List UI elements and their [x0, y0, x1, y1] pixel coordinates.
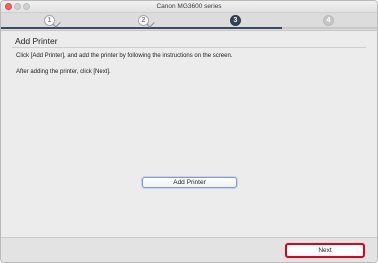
step-2-number: 2 — [141, 17, 146, 24]
step-1-number: 1 — [47, 17, 52, 24]
heading-divider — [12, 47, 366, 48]
step-progress-remaining — [282, 27, 377, 29]
add-printer-button[interactable]: Add Printer — [142, 177, 237, 188]
footer-bar: Next — [1, 237, 377, 262]
title-bar: Canon MG3600 series — [1, 1, 377, 13]
step-4-indicator: 4 — [323, 15, 334, 26]
step-3-number: 3 — [233, 17, 238, 24]
installer-window: Canon MG3600 series 1 2 3 4 Add Printer … — [0, 0, 378, 263]
step-progress-completed — [1, 27, 282, 29]
next-button[interactable]: Next — [285, 243, 365, 258]
instruction-text: Click [Add Printer], and add the printer… — [16, 53, 233, 59]
page-title: Add Printer — [15, 36, 58, 46]
step-4-number: 4 — [326, 17, 331, 24]
window-title: Canon MG3600 series — [156, 3, 222, 10]
content-area: Add Printer Click [Add Printer], and add… — [1, 31, 377, 237]
step-3-indicator: 3 — [230, 15, 241, 26]
after-instruction-text: After adding the printer, click [Next]. — [16, 69, 111, 75]
step-progress-bar: 1 2 3 4 — [1, 13, 377, 31]
